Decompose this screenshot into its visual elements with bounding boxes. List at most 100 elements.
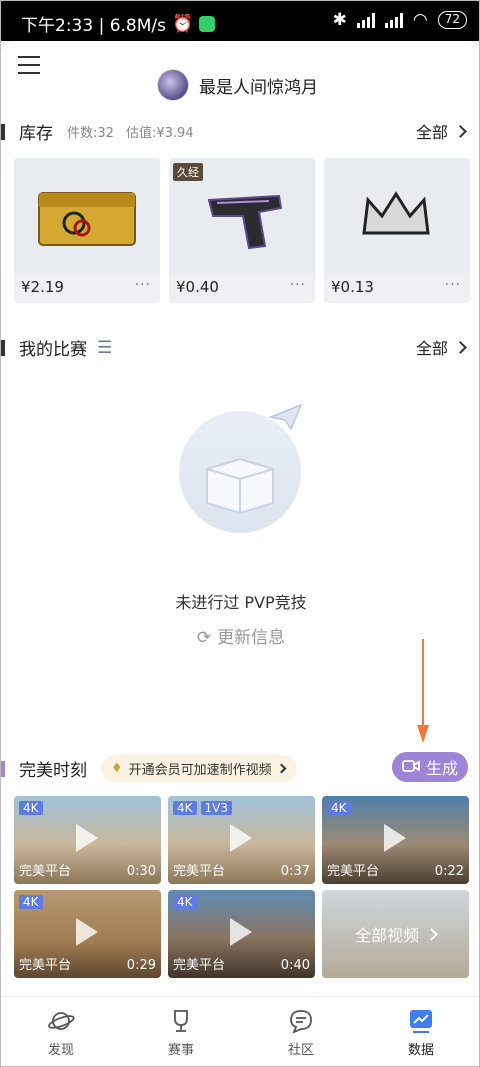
- wear-badge: 久经: [173, 163, 203, 181]
- signal-icon: [356, 12, 375, 28]
- tab-discover[interactable]: 发现: [1, 997, 121, 1066]
- username: 最是人间惊鸿月: [199, 77, 318, 98]
- chevron-right-icon: [425, 927, 438, 941]
- vip-promo[interactable]: ♦ 开通会员可加速制作视频: [101, 755, 297, 782]
- play-icon: [230, 918, 252, 946]
- matches-all-link[interactable]: 全部: [415, 335, 467, 359]
- inventory-value: 估值:¥3.94: [125, 126, 194, 141]
- moments-title: 完美时刻: [19, 761, 87, 781]
- video-source: 完美平台: [173, 958, 226, 973]
- inventory-item[interactable]: 久经 ¥0.40 ···: [169, 158, 315, 303]
- video-thumbnail[interactable]: 4K 完美平台 0:40: [168, 890, 315, 978]
- all-videos-label: 全部视频: [354, 926, 419, 945]
- chevron-right-icon: [454, 340, 467, 354]
- matches-header: 我的比赛 ☰: [1, 335, 112, 360]
- item-price: ¥2.19: [21, 278, 64, 296]
- profile-header: 最是人间惊鸿月: [1, 41, 479, 111]
- weapon-case-icon: [14, 158, 160, 273]
- bluetooth-icon: ✱: [332, 10, 347, 30]
- inventory-title: 库存: [19, 124, 53, 144]
- matches-title: 我的比赛: [19, 340, 87, 360]
- bottom-tab-bar: 发现 赛事 社区 数据: [1, 996, 479, 1066]
- filter-icon[interactable]: ☰: [97, 338, 112, 358]
- trophy-icon: [174, 1010, 188, 1032]
- app-screen: 下午2:33 | 6.8M/s ⏰ ✱ ◠ 72 最是人间惊鸿月 库存 件数:3…: [0, 0, 480, 1067]
- chevron-right-icon: [276, 763, 287, 774]
- tab-events[interactable]: 赛事: [121, 997, 241, 1066]
- matches-empty-state: 未进行过 PVP竞技 ⟳ 更新信息: [1, 403, 479, 651]
- inventory-item[interactable]: ¥2.19 ···: [14, 158, 160, 303]
- matches-all-label: 全部: [415, 339, 448, 358]
- planet-icon: [48, 1012, 75, 1030]
- vip-diamond-icon: ♦: [111, 761, 123, 776]
- tab-label: 赛事: [167, 1043, 194, 1058]
- video-thumbnail[interactable]: 4K 完美平台 0:22: [322, 796, 469, 884]
- video-source: 完美平台: [19, 864, 72, 879]
- play-icon: [230, 824, 252, 852]
- main-content: 库存 件数:32 估值:¥3.94 全部 ¥2.19 ··· 久经 ¥0.40 …: [1, 111, 479, 996]
- play-icon: [384, 824, 406, 852]
- generate-label: 生成: [425, 759, 458, 778]
- more-icon[interactable]: ···: [290, 277, 306, 293]
- video-duration: 0:40: [280, 958, 310, 973]
- quality-badge: 4K: [19, 801, 43, 815]
- chart-icon: [410, 1010, 432, 1033]
- tab-data[interactable]: 数据: [361, 997, 479, 1066]
- tab-label: 数据: [407, 1043, 434, 1058]
- tab-community[interactable]: 社区: [241, 997, 361, 1066]
- empty-message: 未进行过 PVP竞技: [175, 593, 307, 612]
- more-icon[interactable]: ···: [445, 277, 461, 293]
- refresh-label: 更新信息: [217, 628, 286, 648]
- video-source: 完美平台: [327, 864, 380, 879]
- status-time: 下午2:33 | 6.8M/s: [21, 16, 166, 36]
- arrow-down-icon: [417, 639, 429, 743]
- notification-icon: [199, 15, 216, 32]
- vip-promo-label: 开通会员可加速制作视频: [128, 763, 272, 778]
- tab-label: 社区: [287, 1043, 314, 1058]
- item-price: ¥0.40: [176, 278, 219, 296]
- refresh-button[interactable]: ⟳ 更新信息: [1, 623, 479, 648]
- inventory-all-label: 全部: [415, 123, 448, 142]
- wifi-icon: ◠: [412, 10, 428, 30]
- item-price: ¥0.13: [331, 278, 374, 296]
- avatar[interactable]: [157, 69, 189, 101]
- signal-icon-2: [384, 12, 403, 28]
- play-icon: [76, 824, 98, 852]
- moments-header: 完美时刻 ♦ 开通会员可加速制作视频: [1, 755, 297, 782]
- inventory-header: 库存 件数:32 估值:¥3.94: [1, 119, 194, 144]
- video-duration: 0:29: [126, 958, 156, 973]
- more-icon[interactable]: ···: [135, 277, 151, 293]
- quality-badge: 4K: [327, 801, 351, 815]
- battery-icon: 72: [437, 11, 467, 29]
- quality-badge: 4K: [173, 801, 197, 815]
- video-thumbnail[interactable]: 4K 完美平台 0:30: [14, 796, 161, 884]
- menu-icon[interactable]: [18, 56, 40, 74]
- quality-badge: 4K: [19, 895, 43, 909]
- refresh-icon: ⟳: [196, 628, 212, 648]
- inventory-list: ¥2.19 ··· 久经 ¥0.40 ··· ¥0.13 ···: [14, 158, 479, 303]
- inventory-item[interactable]: ¥0.13 ···: [324, 158, 470, 303]
- inventory-count: 件数:32: [67, 126, 114, 141]
- clutch-badge: 1V3: [200, 801, 232, 815]
- video-duration: 0:30: [126, 864, 156, 879]
- chat-icon: [290, 1010, 312, 1034]
- status-bar: 下午2:33 | 6.8M/s ⏰ ✱ ◠ 72: [1, 1, 479, 41]
- video-source: 完美平台: [173, 864, 226, 879]
- video-thumbnail[interactable]: 4K 完美平台 0:29: [14, 890, 161, 978]
- video-camera-icon: [402, 758, 420, 777]
- chevron-right-icon: [454, 124, 467, 138]
- tab-label: 发现: [47, 1043, 74, 1058]
- profile[interactable]: 最是人间惊鸿月: [157, 69, 318, 101]
- inventory-all-link[interactable]: 全部: [415, 119, 467, 143]
- generate-button[interactable]: 生成: [392, 752, 468, 782]
- crown-sticker-icon: [324, 158, 470, 273]
- play-icon: [76, 918, 98, 946]
- quality-badge: 4K: [173, 895, 197, 909]
- all-videos-button[interactable]: 全部视频: [322, 890, 469, 978]
- video-source: 完美平台: [19, 958, 72, 973]
- video-grid: 4K 完美平台 0:30 4K 1V3 完美平台 0:37 4K 完美平台 0:2…: [14, 796, 469, 978]
- video-thumbnail[interactable]: 4K 1V3 完美平台 0:37: [168, 796, 315, 884]
- paper-plane-icon: [269, 403, 303, 431]
- alarm-icon: ⏰: [172, 13, 194, 34]
- video-duration: 0:37: [280, 864, 310, 879]
